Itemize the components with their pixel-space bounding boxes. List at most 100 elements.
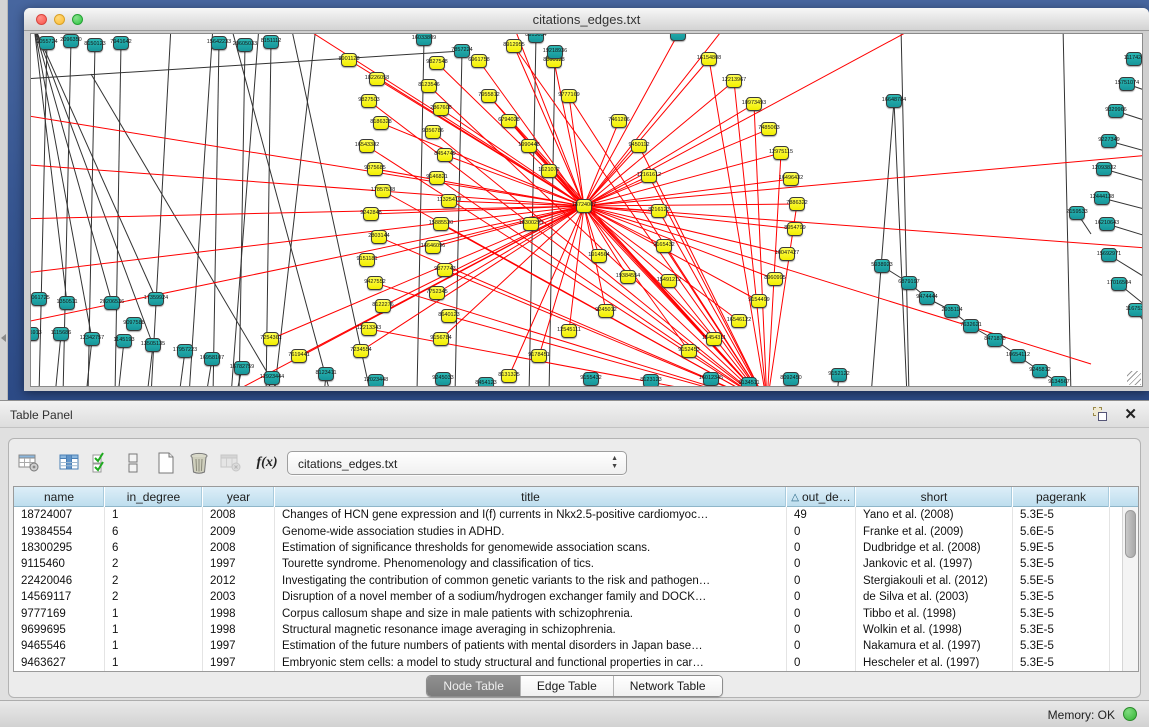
network-node[interactable]: 7941642 bbox=[113, 36, 129, 50]
network-node[interactable]: 7485063 bbox=[761, 122, 777, 136]
network-node[interactable]: 8151112 bbox=[263, 35, 279, 49]
window-resize-grip[interactable] bbox=[1127, 371, 1141, 385]
network-node[interactable]: 8150123 bbox=[87, 38, 103, 52]
network-node[interactable]: 9242848 bbox=[363, 207, 379, 221]
network-node[interactable]: 9827548 bbox=[429, 56, 445, 70]
network-node[interactable]: 9155432 bbox=[583, 372, 599, 386]
network-node[interactable]: 20206536 bbox=[104, 296, 120, 310]
network-node[interactable]: 16546122 bbox=[731, 314, 747, 328]
network-node[interactable]: 9827503 bbox=[361, 94, 377, 108]
network-node[interactable]: 2803144 bbox=[371, 230, 387, 244]
close-panel-icon[interactable]: ✕ bbox=[1124, 405, 1137, 423]
table-row[interactable]: 1938455462009Genome-wide association stu… bbox=[14, 523, 1122, 539]
network-node[interactable]: 1350511 bbox=[59, 296, 75, 310]
network-node[interactable]: 9777169 bbox=[561, 89, 577, 103]
network-node[interactable]: 17359924 bbox=[148, 292, 164, 306]
network-node[interactable]: 15692971 bbox=[1101, 248, 1117, 262]
network-node[interactable]: 8954799 bbox=[787, 222, 803, 236]
network-node[interactable]: 9146821 bbox=[429, 171, 445, 185]
table-source-combobox[interactable]: citations_edges.txt ▲▼ bbox=[287, 451, 627, 475]
network-node[interactable]: 9245012 bbox=[598, 304, 614, 318]
table-row[interactable]: 969969511998Structural magnetic resonanc… bbox=[14, 622, 1122, 638]
table-row[interactable]: 946554611997Estimation of the future num… bbox=[14, 638, 1122, 654]
network-window-titlebar[interactable]: citations_edges.txt bbox=[24, 8, 1149, 31]
network-node[interactable]: 7461266 bbox=[611, 114, 627, 128]
network-node[interactable]: 17857538 bbox=[375, 184, 391, 198]
network-node[interactable]: 9245033 bbox=[435, 372, 451, 386]
float-panel-icon[interactable] bbox=[1093, 407, 1109, 423]
network-node[interactable]: 1117424 bbox=[1126, 52, 1142, 66]
network-node[interactable]: 2096350 bbox=[63, 34, 79, 48]
network-node[interactable]: 16012345 bbox=[703, 372, 719, 386]
network-node[interactable]: 6794028 bbox=[501, 114, 517, 128]
network-node[interactable]: 8471878 bbox=[987, 333, 1003, 347]
network-node[interactable]: 1990448 bbox=[521, 139, 537, 153]
network-node[interactable]: 12923444 bbox=[264, 371, 280, 385]
network-node[interactable]: 10047427 bbox=[779, 247, 795, 261]
network-node[interactable]: 8912955 bbox=[506, 39, 522, 53]
column-header-short[interactable]: short bbox=[856, 487, 1013, 507]
network-node[interactable]: 5938923 bbox=[874, 259, 890, 273]
function-builder-icon[interactable]: f(x) bbox=[253, 449, 281, 477]
network-node[interactable]: 9356786 bbox=[425, 125, 441, 139]
network-node[interactable]: 7632621 bbox=[963, 319, 979, 333]
table-row[interactable]: 1830029562008Estimation of significance … bbox=[14, 540, 1122, 556]
network-node[interactable]: 12161612 bbox=[641, 169, 657, 183]
network-node[interactable]: 9134511 bbox=[741, 377, 757, 387]
network-node[interactable]: 19218936 bbox=[547, 45, 563, 59]
network-node[interactable]: 9474444 bbox=[919, 291, 935, 305]
network-node[interactable]: 13505135 bbox=[145, 338, 161, 352]
network-node[interactable]: 9156784 bbox=[433, 332, 449, 346]
network-node[interactable]: 8454749 bbox=[437, 148, 453, 162]
network-node[interactable]: 12444138 bbox=[1094, 191, 1110, 205]
network-node[interactable]: 8901128 bbox=[341, 53, 357, 67]
network-node[interactable]: 9329966 bbox=[1108, 104, 1124, 118]
network-node[interactable]: 9427552 bbox=[367, 276, 383, 290]
network-node[interactable]: 1115686 bbox=[53, 327, 69, 341]
network-node[interactable]: 7886322 bbox=[789, 197, 805, 211]
network-node[interactable]: 10973493 bbox=[746, 97, 762, 111]
network-node[interactable]: 19384554 bbox=[620, 270, 636, 284]
network-node[interactable]: 15491212 bbox=[661, 274, 677, 288]
network-node[interactable]: 9877743 bbox=[437, 263, 453, 277]
network-node[interactable]: 9152122 bbox=[831, 368, 847, 382]
network-node[interactable]: 17016504 bbox=[1111, 277, 1127, 291]
network-node[interactable]: 3915913 bbox=[30, 327, 39, 341]
network-node[interactable]: 12023448 bbox=[368, 374, 384, 387]
column-select-icon[interactable] bbox=[56, 449, 84, 477]
network-node[interactable]: 1145193 bbox=[116, 334, 132, 348]
network-node[interactable]: 2687682 bbox=[670, 33, 686, 41]
table-row[interactable]: 1456911722003Disruption of a novel membe… bbox=[14, 589, 1122, 605]
panel-expand-arrow-icon[interactable] bbox=[1, 334, 6, 342]
network-node[interactable]: 16958107 bbox=[204, 352, 220, 366]
network-node[interactable]: 8960995 bbox=[767, 272, 783, 286]
network-canvas[interactable]: 1872400718226058982750381863281654338293… bbox=[30, 33, 1143, 387]
network-node[interactable]: 2867608 bbox=[433, 102, 449, 116]
network-node[interactable]: 8131325 bbox=[501, 369, 517, 383]
network-node[interactable]: 12342757 bbox=[84, 332, 100, 346]
network-node[interactable]: 7752345 bbox=[429, 286, 445, 300]
select-rows-icon[interactable] bbox=[87, 449, 115, 477]
network-node[interactable]: 8123411 bbox=[318, 367, 334, 381]
network-node[interactable]: 2159533 bbox=[1069, 206, 1085, 220]
network-node[interactable]: 1621072 bbox=[541, 164, 557, 178]
table-row[interactable]: 977716911998Corpus callosum shape and si… bbox=[14, 605, 1122, 621]
table-settings-icon[interactable] bbox=[15, 449, 43, 477]
network-node[interactable]: 16154808 bbox=[701, 52, 717, 66]
table-row[interactable]: 911546021997Tourette syndrome. Phenomeno… bbox=[14, 556, 1122, 572]
network-node[interactable]: 9227349 bbox=[1101, 134, 1117, 148]
column-header-pagerank[interactable]: pagerank bbox=[1013, 487, 1110, 507]
network-node[interactable]: 9245812 bbox=[1032, 364, 1048, 378]
network-node[interactable]: 8122276 bbox=[375, 299, 391, 313]
network-node[interactable]: 8216123 bbox=[651, 204, 667, 218]
network-node[interactable]: 18724007 bbox=[576, 199, 592, 213]
network-node[interactable]: 8454123 bbox=[478, 377, 494, 387]
network-node[interactable]: 7955812 bbox=[481, 89, 497, 103]
network-node[interactable]: 2061725 bbox=[31, 292, 47, 306]
network-node[interactable]: 16646096 bbox=[425, 240, 441, 254]
network-node[interactable]: 9154499 bbox=[751, 294, 767, 308]
column-header-in_degree[interactable]: in_degree bbox=[105, 487, 203, 507]
row-height-icon[interactable] bbox=[119, 449, 147, 477]
tab-edge-table[interactable]: Edge Table bbox=[521, 676, 614, 696]
network-node[interactable]: 1167533 bbox=[1128, 303, 1143, 317]
